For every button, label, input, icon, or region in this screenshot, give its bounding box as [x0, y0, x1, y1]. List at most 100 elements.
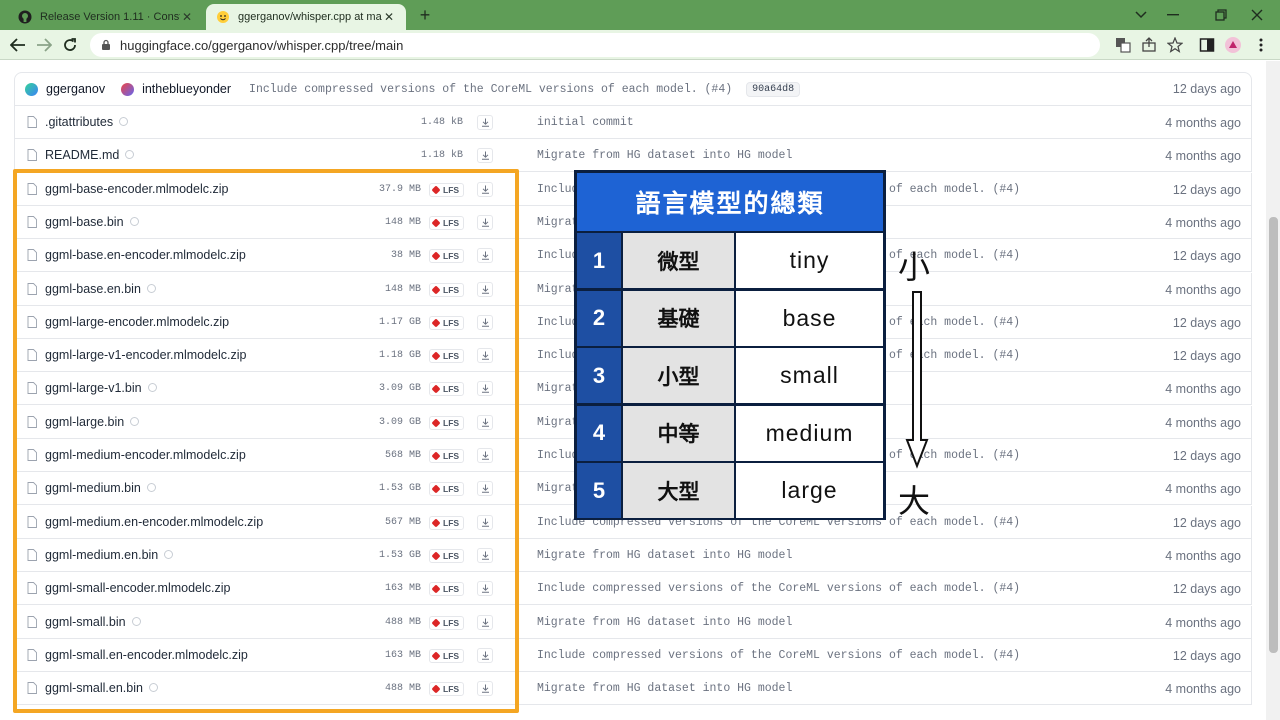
- file-row[interactable]: README.md 1.18 kB Migrate from HG dataset …: [14, 139, 1252, 173]
- close-window-button[interactable]: [1234, 0, 1280, 30]
- file-name: ggml-base.en.bin: [45, 281, 141, 296]
- file-row[interactable]: ggml-small.en-encoder.mlmodelc.zip 163 MB…: [14, 638, 1252, 672]
- download-button[interactable]: [477, 514, 493, 530]
- file-icon: [27, 482, 37, 495]
- forward-button[interactable]: [32, 34, 56, 56]
- address-bar[interactable]: huggingface.co/ggerganov/whisper.cpp/tre…: [90, 33, 1100, 57]
- download-button[interactable]: [477, 348, 493, 364]
- download-button[interactable]: [477, 681, 493, 697]
- download-button[interactable]: [477, 581, 493, 597]
- file-icon: [27, 282, 37, 295]
- file-name: ggml-medium.en.bin: [45, 547, 159, 562]
- close-icon[interactable]: ✕: [382, 10, 396, 24]
- file-row[interactable]: ggml-small.bin 488 MB LFS Migrate from HG d…: [14, 605, 1252, 639]
- back-button[interactable]: [6, 34, 30, 56]
- model-name-zh: 大型: [623, 463, 734, 518]
- author-link[interactable]: intheblueyonder: [142, 82, 231, 96]
- download-button[interactable]: [477, 614, 493, 630]
- translate-icon[interactable]: [1114, 36, 1132, 54]
- download-button[interactable]: [477, 214, 493, 230]
- download-button[interactable]: [477, 647, 493, 663]
- file-row[interactable]: ggml-small-encoder.mlmodelc.zip 163 MB LFS…: [14, 572, 1252, 606]
- download-button[interactable]: [477, 148, 493, 164]
- star-icon[interactable]: [1166, 36, 1184, 54]
- file-name-link[interactable]: ggml-base.en-encoder.mlmodelc.zip: [45, 248, 246, 262]
- file-size: 488 MB: [384, 616, 421, 628]
- commit-date: 12 days ago: [1172, 82, 1241, 96]
- file-size: 568 MB: [384, 450, 421, 461]
- menu-icon[interactable]: [1252, 36, 1270, 54]
- file-commit-message[interactable]: Migrate from HG dataset into HG model: [537, 549, 792, 562]
- download-button[interactable]: [477, 381, 493, 397]
- file-name-link[interactable]: ggml-base.en.bin: [45, 282, 156, 296]
- large-label: 大: [898, 483, 931, 519]
- commit-hash[interactable]: 90a64d8: [746, 81, 801, 97]
- lfs-badge: LFS: [429, 415, 465, 430]
- tab-release[interactable]: Release Version 1.11 · Const-m ✕: [8, 4, 204, 30]
- file-name-link[interactable]: README.md: [45, 148, 135, 163]
- download-button[interactable]: [477, 314, 493, 330]
- file-name-link[interactable]: ggml-base-encoder.mlmodelc.zip: [45, 182, 228, 196]
- model-name-en: base: [736, 290, 883, 346]
- download-button[interactable]: [477, 481, 493, 497]
- file-commit-message[interactable]: Migrate from HG dataset into HG model: [537, 616, 792, 629]
- file-name-link[interactable]: ggml-small.bin: [45, 615, 141, 629]
- file-size: 3.09 GB: [378, 383, 421, 395]
- sidebar-icon[interactable]: [1198, 36, 1216, 54]
- model-size-row: 3 小型 small: [577, 348, 883, 403]
- commit-message[interactable]: Include compressed versions of the CoreM…: [249, 83, 732, 96]
- file-name-link[interactable]: ggml-small-encoder.mlmodelc.zip: [45, 581, 230, 595]
- lfs-icon: [431, 185, 441, 195]
- file-name-link[interactable]: ggml-large.bin: [45, 415, 140, 429]
- file-icon: [27, 349, 37, 362]
- file-name-link[interactable]: ggml-small.en.bin: [45, 681, 158, 695]
- file-row[interactable]: ggml-small.en.bin 488 MB LFS Migrate from H…: [14, 672, 1252, 706]
- download-button[interactable]: [477, 547, 493, 563]
- download-button[interactable]: [477, 181, 493, 197]
- file-name-link[interactable]: ggml-medium-encoder.mlmodelc.zip: [45, 448, 246, 462]
- close-icon[interactable]: ✕: [180, 10, 194, 24]
- file-name-link[interactable]: ggml-large-v1.bin: [45, 381, 157, 395]
- file-name-link[interactable]: .gitattributes: [45, 115, 129, 129]
- download-button[interactable]: [477, 248, 493, 264]
- file-size: 163 MB: [384, 649, 421, 661]
- scrollbar[interactable]: [1266, 61, 1280, 720]
- tab-whisper[interactable]: ggerganov/whisper.cpp at mai ✕: [206, 4, 406, 30]
- file-commit-message[interactable]: Include compressed versions of the CoreM…: [537, 649, 1020, 662]
- file-name-link[interactable]: ggml-small.en-encoder.mlmodelc.zip: [45, 648, 248, 662]
- file-commit-message[interactable]: Migrate from HG dataset into HG model: [537, 682, 792, 695]
- file-name: ggml-large-encoder.mlmodelc.zip: [45, 314, 230, 329]
- file-name-link[interactable]: ggml-large-v1-encoder.mlmodelc.zip: [45, 348, 246, 362]
- file-commit-message[interactable]: Include compressed versions of the CoreM…: [537, 582, 1020, 595]
- file-name-link[interactable]: ggml-large-encoder.mlmodelc.zip: [45, 315, 229, 329]
- file-icon: [27, 548, 37, 561]
- model-rank: 3: [577, 348, 621, 403]
- author-link[interactable]: ggerganov: [46, 82, 105, 96]
- file-name: README.md: [45, 148, 120, 163]
- file-name: ggml-base-encoder.mlmodelc.zip: [45, 181, 229, 196]
- download-icon: [481, 118, 489, 127]
- download-button[interactable]: [477, 414, 493, 430]
- file-commit-message[interactable]: initial commit: [537, 116, 634, 129]
- file-row[interactable]: ggml-medium.en.bin 1.53 GB LFS Migrate from…: [14, 538, 1252, 572]
- file-name-link[interactable]: ggml-medium.bin: [45, 481, 156, 495]
- file-commit-message[interactable]: Migrate from HG dataset into HG model: [537, 149, 792, 162]
- minimize-button[interactable]: [1150, 0, 1196, 30]
- new-tab-button[interactable]: +: [414, 5, 436, 25]
- download-button[interactable]: [477, 115, 493, 130]
- model-rank: 5: [577, 463, 621, 518]
- file-name-link[interactable]: ggml-base.bin: [45, 215, 139, 229]
- lfs-icon: [431, 351, 441, 361]
- lfs-label: LFS: [443, 217, 460, 228]
- share-icon[interactable]: [1140, 36, 1158, 54]
- file-name-link[interactable]: ggml-medium.en.bin: [45, 547, 174, 562]
- model-size-row: 2 基礎 base: [577, 290, 883, 346]
- model-name-zh: 小型: [623, 348, 734, 403]
- file-name-link[interactable]: ggml-medium.en-encoder.mlmodelc.zip: [45, 515, 263, 529]
- download-button[interactable]: [477, 448, 493, 463]
- download-button[interactable]: [477, 281, 493, 297]
- profile-avatar[interactable]: [1224, 36, 1242, 54]
- scrollbar-thumb[interactable]: [1269, 217, 1278, 653]
- reload-button[interactable]: [58, 34, 82, 56]
- file-row[interactable]: .gitattributes 1.48 kB initial commit 4 mon…: [14, 106, 1252, 139]
